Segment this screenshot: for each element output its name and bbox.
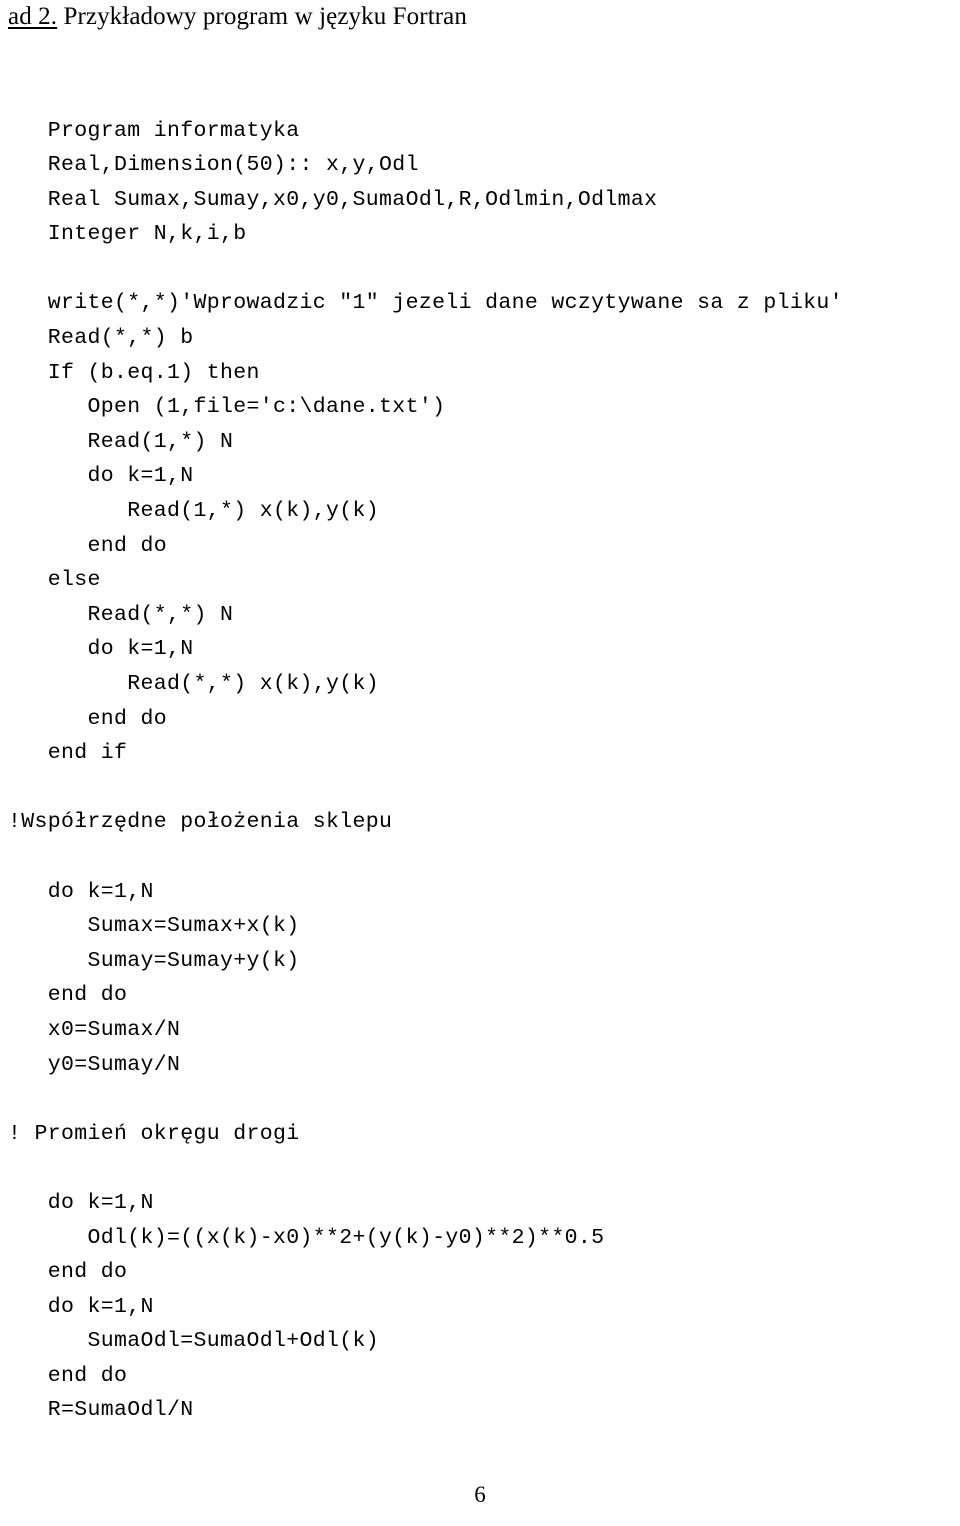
code-line: Open (1,file='c:\dane.txt') [8, 395, 446, 420]
code-line: Sumax=Sumax+x(k) [8, 914, 300, 939]
code-line: write(*,*)'Wprowadzic "1" jezeli dane wc… [8, 291, 843, 316]
code-line: ! Promień okręgu drogi [8, 1121, 300, 1146]
code-line: !Współrzędne położenia sklepu [8, 810, 393, 835]
code-line: do k=1,N [8, 464, 194, 489]
code-line: R=SumaOdl/N [8, 1398, 194, 1423]
code-line: x0=Sumax/N [8, 1017, 181, 1042]
page-title-underlined-prefix: ad 2. [8, 3, 58, 30]
code-line: Read(1,*) x(k),y(k) [8, 499, 380, 524]
code-line: do k=1,N [8, 1190, 154, 1215]
code-line: Program informatyka [8, 118, 300, 143]
code-line: end do [8, 533, 168, 558]
page-number: 6 [474, 1482, 486, 1507]
code-line: end if [8, 741, 128, 766]
code-line: SumaOdl=SumaOdl+Odl(k) [8, 1329, 380, 1354]
page-title: ad 2. Przykładowy program w języku Fortr… [8, 0, 467, 34]
code-line: do k=1,N [8, 879, 154, 904]
code-line: Real,Dimension(50):: x,y,Odl [8, 153, 419, 178]
fortran-code-listing: Program informatyka Real,Dimension(50)::… [8, 114, 952, 1429]
code-line: Integer N,k,i,b [8, 222, 247, 247]
code-line: Read(*,*) x(k),y(k) [8, 672, 380, 696]
code-line: do k=1,N [8, 637, 194, 662]
code-line: If (b.eq.1) then [8, 360, 260, 385]
code-line: Read(*,*) N [8, 602, 234, 627]
code-line: Odl(k)=((x(k)-x0)**2+(y(k)-y0)**2)**0.5 [8, 1225, 605, 1250]
code-line: Sumay=Sumay+y(k) [8, 948, 300, 973]
code-line: Read(*,*) b [8, 326, 194, 351]
code-line: else [8, 568, 101, 593]
code-line: end do [8, 983, 128, 1008]
code-line: y0=Sumay/N [8, 1052, 181, 1077]
code-line: end do [8, 706, 168, 731]
page-title-rest: Przykładowy program w języku Fortran [57, 3, 467, 30]
code-line: Real Sumax,Sumay,x0,y0,SumaOdl,R,Odlmin,… [8, 187, 658, 212]
code-line: do k=1,N [8, 1294, 154, 1319]
code-line: end do [8, 1260, 128, 1285]
code-line: end do [8, 1363, 128, 1388]
code-line: Read(1,*) N [8, 429, 234, 454]
